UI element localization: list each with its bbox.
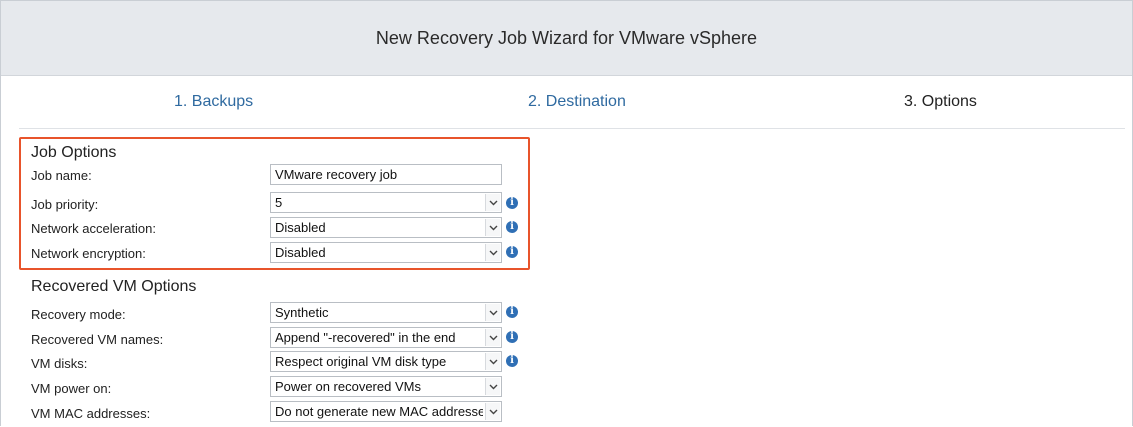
recovery-mode-label: Recovery mode: (31, 307, 126, 322)
info-icon[interactable]: i (506, 197, 518, 209)
chevron-down-icon[interactable] (485, 219, 500, 236)
network-encryption-label: Network encryption: (31, 246, 146, 261)
wizard-steps: 1. Backups 2. Destination 3. Options (1, 76, 1132, 128)
chevron-down-icon[interactable] (485, 353, 500, 370)
steps-divider (19, 128, 1125, 129)
vm-disks-select[interactable]: Respect original VM disk type (270, 351, 502, 372)
chevron-down-icon[interactable] (485, 304, 500, 321)
vm-mac-addresses-label: VM MAC addresses: (31, 406, 151, 421)
job-priority-label: Job priority: (31, 197, 99, 212)
recovered-vm-names-label: Recovered VM names: (31, 332, 164, 347)
wizard-window: New Recovery Job Wizard for VMware vSphe… (0, 0, 1133, 426)
job-priority-select[interactable]: 5 (270, 192, 502, 213)
wizard-title: New Recovery Job Wizard for VMware vSphe… (1, 1, 1132, 76)
job-name-input[interactable]: VMware recovery job (270, 164, 502, 185)
step-backups[interactable]: 1. Backups (174, 93, 253, 111)
network-encryption-select[interactable]: Disabled (270, 242, 502, 263)
vm-mac-addresses-select[interactable]: Do not generate new MAC addresses (270, 401, 502, 422)
info-icon[interactable]: i (506, 306, 518, 318)
recovered-vm-names-select[interactable]: Append "-recovered" in the end (270, 327, 502, 348)
chevron-down-icon[interactable] (485, 244, 500, 261)
job-options-heading: Job Options (31, 144, 117, 161)
recovered-vm-options-heading: Recovered VM Options (31, 278, 197, 295)
vm-power-on-label: VM power on: (31, 381, 112, 396)
step-options[interactable]: 3. Options (904, 93, 977, 111)
chevron-down-icon[interactable] (485, 194, 500, 211)
job-name-label: Job name: (31, 168, 92, 183)
info-icon[interactable]: i (506, 221, 518, 233)
info-icon[interactable]: i (506, 355, 518, 367)
vm-power-on-select[interactable]: Power on recovered VMs (270, 376, 502, 397)
info-icon[interactable]: i (506, 331, 518, 343)
chevron-down-icon[interactable] (485, 403, 500, 420)
info-icon[interactable]: i (506, 246, 518, 258)
chevron-down-icon[interactable] (485, 329, 500, 346)
network-acceleration-label: Network acceleration: (31, 221, 156, 236)
network-acceleration-select[interactable]: Disabled (270, 217, 502, 238)
chevron-down-icon[interactable] (485, 378, 500, 395)
vm-disks-label: VM disks: (31, 356, 88, 371)
step-destination[interactable]: 2. Destination (528, 93, 626, 111)
recovery-mode-select[interactable]: Synthetic (270, 302, 502, 323)
